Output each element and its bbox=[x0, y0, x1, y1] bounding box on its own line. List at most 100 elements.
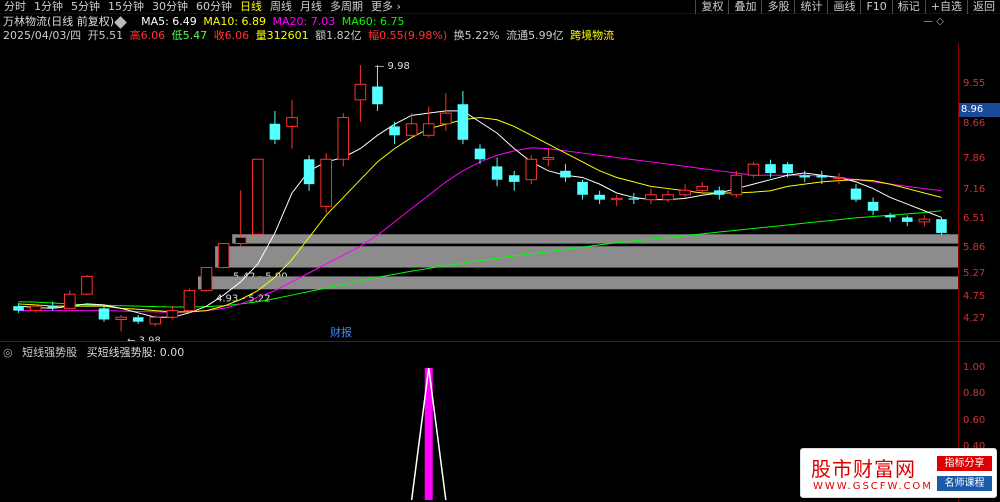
candle-body bbox=[166, 310, 179, 318]
candle bbox=[491, 157, 503, 187]
period-tab[interactable]: 60分钟 bbox=[196, 0, 232, 14]
candle bbox=[799, 170, 811, 182]
candle-body bbox=[354, 83, 367, 101]
candlestick-chart[interactable]: 5.96 - 6.175.42 - 5.904.93 - 5.22— 9.98←… bbox=[0, 43, 958, 341]
toolbar-button[interactable]: 标记 bbox=[891, 0, 925, 14]
candle-body bbox=[765, 164, 776, 174]
candle-body bbox=[936, 219, 947, 233]
candle bbox=[457, 90, 469, 145]
candle bbox=[303, 155, 315, 191]
price-tick: 5.86 bbox=[963, 242, 986, 254]
candle bbox=[81, 275, 93, 296]
candle bbox=[645, 188, 657, 205]
period-tab[interactable]: 15分钟 bbox=[108, 0, 144, 14]
toolbar-button[interactable]: +自选 bbox=[924, 0, 967, 14]
diamond-icon[interactable]: ◇ bbox=[936, 16, 944, 27]
price-axis: 9.55 8.66 7.86 7.16 6.51 5.86 5.27 4.75 4.27 8.96 bbox=[958, 43, 1000, 341]
candle-body bbox=[303, 159, 315, 185]
candle bbox=[850, 184, 862, 202]
toolbar-button[interactable]: 返回 bbox=[967, 0, 1000, 14]
period-tab[interactable]: 更多 › bbox=[371, 0, 401, 14]
date: 2025/04/03/四 bbox=[3, 29, 82, 42]
candle bbox=[269, 110, 281, 145]
period-tab[interactable]: 多周期 bbox=[330, 0, 363, 14]
price-tick: 5.27 bbox=[963, 268, 986, 280]
change: 幅0.55(9.98%) bbox=[368, 29, 448, 42]
candle bbox=[730, 170, 743, 198]
toolbar-button[interactable]: F10 bbox=[860, 0, 891, 14]
watermark-badge-share: 指标分享 bbox=[937, 456, 992, 471]
candle-body bbox=[918, 218, 931, 223]
candle bbox=[679, 184, 691, 198]
period-tab[interactable]: 1分钟 bbox=[34, 0, 63, 14]
candle-body bbox=[594, 194, 605, 200]
candle bbox=[594, 190, 605, 205]
candle-body bbox=[610, 197, 623, 201]
period-tab[interactable]: 日线 bbox=[240, 0, 262, 14]
candle bbox=[474, 144, 486, 165]
volume: 量312601 bbox=[255, 29, 309, 42]
stock-chart-app: 分时 1分钟 5分钟 15分钟 30分钟 60分钟 日线 周线 月线 多周期 更多 › 复权 叠加 多股… bbox=[0, 0, 1000, 502]
price-tick: 7.86 bbox=[963, 153, 986, 165]
candle bbox=[115, 315, 127, 332]
candle bbox=[542, 148, 555, 167]
toolbar-button[interactable]: 多股 bbox=[761, 0, 794, 14]
price-tick: 4.27 bbox=[963, 312, 986, 324]
candle-body bbox=[525, 158, 538, 181]
stock-name[interactable]: 万林物流(日线 前复权) bbox=[3, 15, 114, 28]
toolbar-button[interactable]: 复权 bbox=[695, 0, 728, 14]
ma20-value: MA20: 7.03 bbox=[272, 15, 336, 28]
toolbar-button[interactable]: 统计 bbox=[794, 0, 827, 14]
candle-body bbox=[149, 316, 162, 325]
candle bbox=[577, 179, 588, 200]
candle-body bbox=[98, 308, 110, 320]
concept[interactable]: 跨境物流 bbox=[570, 29, 614, 42]
candle bbox=[884, 212, 896, 222]
earnings-event-marker: 财报 bbox=[330, 325, 352, 339]
high-price-label: — 9.98 bbox=[374, 61, 409, 72]
candle-body bbox=[577, 181, 588, 195]
candle bbox=[662, 190, 674, 202]
close: 收6.06 bbox=[213, 29, 250, 42]
candle-body bbox=[337, 117, 350, 160]
period-tab[interactable]: 30分钟 bbox=[152, 0, 188, 14]
candle-body bbox=[508, 175, 520, 182]
candle-body bbox=[782, 164, 793, 174]
candle bbox=[901, 215, 913, 227]
period-tab[interactable]: 周线 bbox=[270, 0, 292, 14]
panel-divider[interactable] bbox=[0, 341, 1000, 342]
minimize-icon[interactable]: — bbox=[923, 16, 933, 27]
ma60-value: MA60: 6.75 bbox=[341, 15, 405, 28]
period-tab[interactable]: 5分钟 bbox=[71, 0, 100, 14]
candle bbox=[610, 194, 623, 207]
candle-body bbox=[730, 174, 743, 196]
top-toolbar: 分时 1分钟 5分钟 15分钟 30分钟 60分钟 日线 周线 月线 多周期 更多 › 复权 叠加 多股… bbox=[0, 0, 1000, 14]
candle bbox=[833, 173, 845, 185]
candle-body bbox=[440, 112, 452, 125]
candle bbox=[337, 113, 350, 167]
support-band bbox=[232, 234, 958, 244]
toolbar-button[interactable]: 叠加 bbox=[728, 0, 761, 14]
candle bbox=[747, 161, 760, 178]
candle-body bbox=[679, 189, 691, 196]
candle bbox=[713, 186, 725, 200]
candle-body bbox=[799, 175, 811, 178]
candle-body bbox=[29, 305, 42, 312]
candle-body bbox=[474, 148, 486, 160]
period-tabs: 分时 1分钟 5分钟 15分钟 30分钟 60分钟 日线 周线 月线 多周期 更多 › bbox=[4, 0, 401, 14]
watermark-logo: 股市财富网 WWW.GSCFW.COM 指标分享 名师课程 bbox=[800, 448, 997, 498]
toolbar-button[interactable]: 画线 bbox=[827, 0, 860, 14]
candle-body bbox=[405, 123, 418, 136]
candle bbox=[560, 164, 571, 182]
price-tick: 7.16 bbox=[963, 184, 986, 196]
candle-body bbox=[47, 306, 59, 309]
float-cap: 流通5.99亿 bbox=[506, 29, 564, 42]
panel-controls: — ◇ bbox=[923, 16, 944, 27]
candle-body bbox=[132, 317, 144, 322]
candle bbox=[918, 215, 931, 227]
candle-body bbox=[867, 201, 879, 211]
candle-body bbox=[662, 194, 674, 201]
candle bbox=[200, 267, 213, 292]
period-tab[interactable]: 月线 bbox=[300, 0, 322, 14]
period-tab[interactable]: 分时 bbox=[4, 0, 26, 14]
